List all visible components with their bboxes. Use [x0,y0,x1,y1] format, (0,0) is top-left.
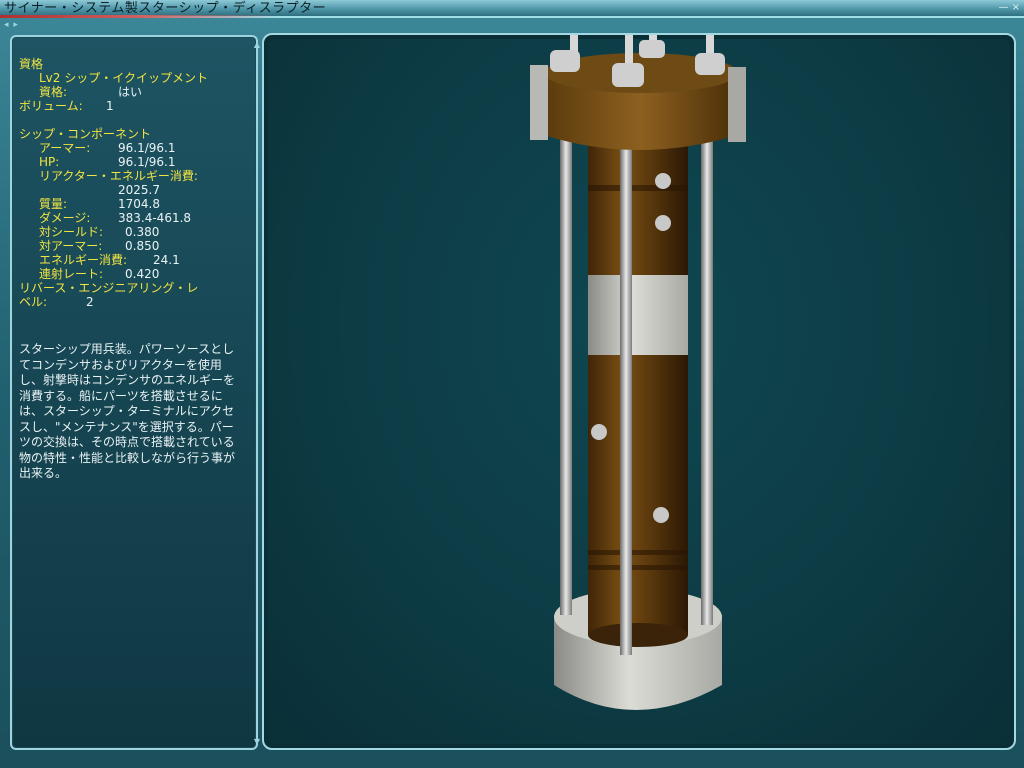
refire-value: 0.420 [125,267,160,281]
hp-value: 96.1/96.1 [118,155,176,169]
damage-row: ダメージ: 383.4-461.8 [19,211,239,225]
window-titlebar: サイナー・システム製スターシップ・ディスラプター — × [0,0,1024,18]
damage-label: ダメージ: [39,211,91,225]
vs-armor-row: 対アーマー: 0.850 [19,239,239,253]
info-panel: 資格 Lv2 シップ・イクイップメント 資格: はい ボリューム: 1 シップ・… [10,35,260,750]
model-core [588,135,688,647]
mass-row: 質量: 1704.8 [19,197,239,211]
qualification-heading: 資格 [19,57,44,71]
hp-row: HP: 96.1/96.1 [19,155,239,169]
model-viewport[interactable] [262,33,1016,750]
item-description: スターシップ用兵装。パワーソースとしてコンデンサおよびリアクターを使用し、射撃時… [19,342,236,480]
qualification-level: Lv2 シップ・イクイップメント [39,71,208,85]
mass-value: 1704.8 [118,197,160,211]
scroll-down-arrow[interactable]: ▼ [252,738,262,746]
armor-value: 96.1/96.1 [118,141,176,155]
refire-label: 連射レート: [39,267,104,281]
ship-component-heading: シップ・コンポーネント [19,127,152,141]
vs-shield-label: 対シールド: [39,225,104,239]
vs-shield-value: 0.380 [125,225,160,239]
armor-label: アーマー: [39,141,91,155]
damage-value: 383.4-461.8 [118,211,192,225]
nav-arrows[interactable]: ◂ ▸ [4,20,19,30]
reverse-engineering-value: 2 [86,295,94,309]
reactor-label: リアクター・エネルギー消費: [39,169,198,183]
info-scrollbar[interactable]: ▲ ▼ [252,41,262,746]
scroll-up-arrow[interactable]: ▲ [252,41,262,49]
disruptor-model[interactable] [264,35,1014,748]
mass-label: 質量: [39,197,68,211]
reverse-engineering-label-2: ベル: [19,295,48,309]
reactor-value-row: 2025.7 [19,183,239,197]
scroll-track[interactable] [256,51,257,741]
vs-armor-label: 対アーマー: [39,239,103,253]
energy-label: エネルギー消費: [39,253,128,267]
refire-row: 連射レート: 0.420 [19,267,239,281]
reverse-engineering-label: リバース・エンジニアリング・レ [19,281,199,295]
reactor-value: 2025.7 [118,183,160,197]
vs-shield-row: 対シールド: 0.380 [19,225,239,239]
eligible-label: 資格: [39,85,68,99]
eligible-value: はい [118,85,143,99]
energy-value: 24.1 [153,253,180,267]
eligible-row: 資格: はい [19,85,239,99]
armor-row: アーマー: 96.1/96.1 [19,141,239,155]
reverse-engineering-row: ベル: 2 [19,295,239,309]
hp-label: HP: [39,155,60,169]
reactor-row: リアクター・エネルギー消費: [19,169,239,183]
vs-armor-value: 0.850 [125,239,160,253]
energy-row: エネルギー消費: 24.1 [19,253,239,267]
window-controls[interactable]: — × [890,2,1020,14]
volume-label: ボリューム: [19,99,83,113]
volume-row: ボリューム: 1 [19,99,239,113]
info-content: 資格 Lv2 シップ・イクイップメント 資格: はい ボリューム: 1 シップ・… [19,57,239,309]
volume-value: 1 [106,99,114,113]
